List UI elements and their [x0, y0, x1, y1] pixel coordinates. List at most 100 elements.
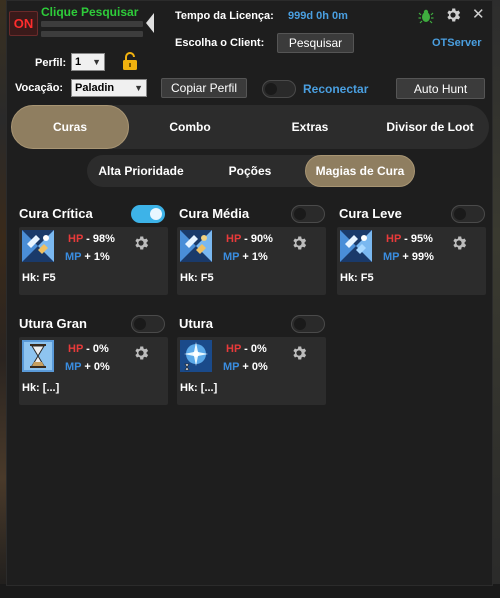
spell-enable-toggle[interactable]: [131, 205, 165, 223]
hp-sign: -: [86, 233, 90, 245]
clique-pesquisar-text: Clique Pesquisar: [41, 5, 139, 19]
spell-card: HP - 0% MP + 0% Hk: [...]: [19, 337, 168, 405]
reconectar-toggle[interactable]: [262, 80, 296, 98]
spell-card: HP - 95% MP + 99% Hk: F5: [337, 227, 486, 295]
hp-sign: -: [404, 233, 408, 245]
mp-label: MP: [223, 251, 240, 263]
hp-sign: -: [244, 343, 248, 355]
game-backdrop-right: [492, 0, 500, 598]
mp-sign: +: [84, 361, 91, 373]
hp-label: HP: [226, 233, 242, 245]
status-bar-1: [41, 21, 143, 27]
vocacao-value: Paladin: [75, 82, 115, 94]
perfil-select[interactable]: 1 ▼: [71, 53, 105, 71]
on-button[interactable]: ON: [9, 11, 38, 36]
hp-value: 95%: [410, 233, 433, 245]
mp-threshold: MP + 99%: [383, 251, 434, 263]
tab-magias-de-cura[interactable]: Magias de Cura: [305, 155, 415, 187]
mp-sign: +: [242, 251, 249, 263]
hp-sign: -: [244, 233, 248, 245]
hp-sign: -: [86, 343, 90, 355]
collapse-arrow-icon[interactable]: [146, 13, 154, 33]
reconectar-label: Reconectar: [303, 82, 369, 96]
mp-value: 99%: [411, 251, 434, 263]
gear-icon[interactable]: [290, 234, 308, 252]
hourglass-spell-icon: [22, 340, 54, 372]
perfil-value: 1: [75, 56, 82, 68]
tab-curas[interactable]: Curas: [11, 105, 129, 149]
spell-title: Cura Leve: [339, 206, 402, 221]
chevron-down-icon: ▼: [134, 83, 143, 93]
hp-value: 90%: [250, 233, 273, 245]
hp-threshold: HP - 90%: [226, 233, 273, 245]
hotkey-label: Hk: [...]: [22, 382, 60, 394]
tab-combo[interactable]: Combo: [131, 105, 249, 149]
settings-gear-icon[interactable]: [444, 6, 462, 24]
hotkey-label: Hk: F5: [180, 272, 214, 284]
spell-title: Cura Crítica: [19, 206, 93, 221]
tab-divisor-de-loot[interactable]: Divisor de Loot: [371, 105, 489, 149]
auto-hunt-button[interactable]: Auto Hunt: [396, 78, 485, 99]
hp-value: 0%: [92, 343, 109, 355]
mp-threshold: MP + 1%: [65, 251, 110, 263]
spell-enable-toggle[interactable]: [451, 205, 485, 223]
spell-enable-toggle[interactable]: [131, 315, 165, 333]
pesquisar-button[interactable]: Pesquisar: [277, 33, 354, 53]
hotkey-label: Hk: F5: [22, 272, 56, 284]
mp-label: MP: [223, 361, 240, 373]
star-burst-spell-icon: [180, 340, 212, 372]
tab-pocoes[interactable]: Poções: [195, 155, 305, 187]
gear-icon[interactable]: [132, 344, 150, 362]
mp-sign: +: [242, 361, 249, 373]
bot-panel: ON Clique Pesquisar Tempo da Licença: 99…: [6, 0, 493, 586]
spell-enable-toggle[interactable]: [291, 315, 325, 333]
hp-value: 0%: [250, 343, 267, 355]
gear-icon[interactable]: [290, 344, 308, 362]
vocacao-select[interactable]: Paladin ▼: [71, 79, 147, 97]
spell-enable-toggle[interactable]: [291, 205, 325, 223]
spell-card: HP - 98% MP + 1% Hk: F5: [19, 227, 168, 295]
server-name: OTServer: [432, 37, 482, 49]
license-time-label: Tempo da Licença:: [175, 10, 274, 22]
gear-icon[interactable]: [132, 234, 150, 252]
hp-label: HP: [68, 233, 84, 245]
mp-threshold: MP + 1%: [223, 251, 268, 263]
hp-threshold: HP - 95%: [386, 233, 433, 245]
bug-icon[interactable]: [418, 8, 434, 24]
healing-spell-icon: [22, 230, 54, 262]
copiar-perfil-button[interactable]: Copiar Perfil: [161, 78, 247, 98]
mp-value: 1%: [251, 251, 268, 263]
tab-extras[interactable]: Extras: [251, 105, 369, 149]
hotkey-label: Hk: [...]: [180, 382, 218, 394]
gear-icon[interactable]: [450, 234, 468, 252]
hp-threshold: HP - 0%: [226, 343, 267, 355]
perfil-label: Perfil:: [35, 57, 67, 69]
hp-threshold: HP - 98%: [68, 233, 115, 245]
mp-label: MP: [383, 251, 400, 263]
close-icon[interactable]: ✕: [472, 5, 485, 23]
hp-value: 98%: [92, 233, 115, 245]
hotkey-label: Hk: F5: [340, 272, 374, 284]
hp-threshold: HP - 0%: [68, 343, 109, 355]
vocacao-label: Vocação:: [15, 82, 64, 94]
status-bar-2: [41, 31, 143, 37]
healing-spell-icon: [180, 230, 212, 262]
mp-threshold: MP + 0%: [65, 361, 110, 373]
tab-alta-prioridade[interactable]: Alta Prioridade: [87, 155, 195, 187]
mp-value: 1%: [93, 251, 110, 263]
license-time-value: 999d 0h 0m: [288, 10, 348, 22]
sub-tab-bar: Alta Prioridade Poções Magias de Cura: [87, 155, 415, 187]
healing-spell-icon: [340, 230, 372, 262]
mp-threshold: MP + 0%: [223, 361, 268, 373]
mp-label: MP: [65, 251, 82, 263]
spell-card: HP - 90% MP + 1% Hk: F5: [177, 227, 326, 295]
mp-label: MP: [65, 361, 82, 373]
client-choice-label: Escolha o Client:: [175, 37, 265, 49]
mp-value: 0%: [93, 361, 110, 373]
mp-sign: +: [84, 251, 91, 263]
spell-card: HP - 0% MP + 0% Hk: [...]: [177, 337, 326, 405]
lock-icon[interactable]: [121, 51, 139, 71]
game-backdrop-bottom: [0, 584, 500, 598]
hp-label: HP: [226, 343, 242, 355]
spell-title: Utura Gran: [19, 316, 87, 331]
